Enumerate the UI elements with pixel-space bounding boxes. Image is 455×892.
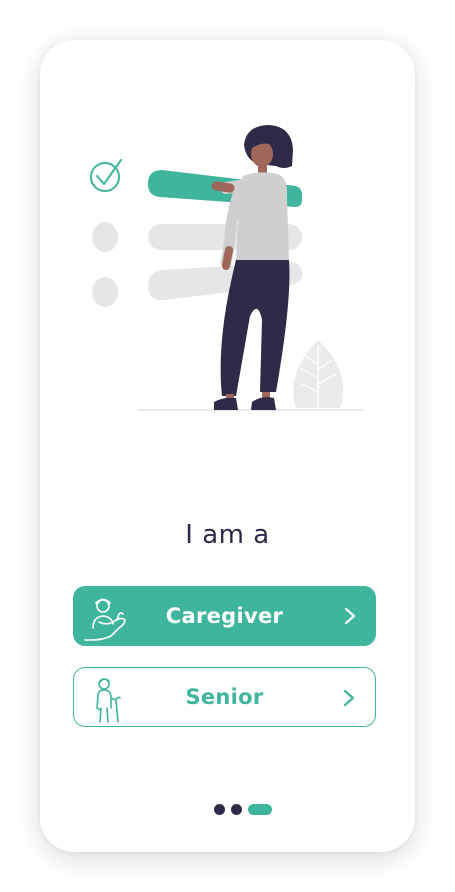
screen: I am a Caregiver Senior (0, 0, 455, 892)
page-dot-active[interactable] (248, 803, 272, 815)
woman-figure (211, 125, 293, 410)
senior-label: Senior (185, 685, 264, 709)
unchecked-circle-icon (92, 277, 118, 307)
page-dot[interactable] (214, 803, 225, 815)
leaf-plant-icon (293, 340, 344, 408)
caregiver-label: Caregiver (165, 604, 284, 628)
page-indicator (214, 803, 272, 815)
unchecked-circle-icon (92, 222, 118, 252)
senior-button[interactable]: Senior (73, 667, 376, 727)
chevron-right-icon (343, 689, 355, 707)
check-circle-icon (90, 159, 122, 192)
page-dot[interactable] (231, 803, 242, 815)
caregiver-button[interactable]: Caregiver (73, 586, 376, 646)
chevron-right-icon (344, 607, 356, 625)
checklist-woman-illustration (90, 125, 363, 411)
page-title: I am a (185, 520, 270, 550)
